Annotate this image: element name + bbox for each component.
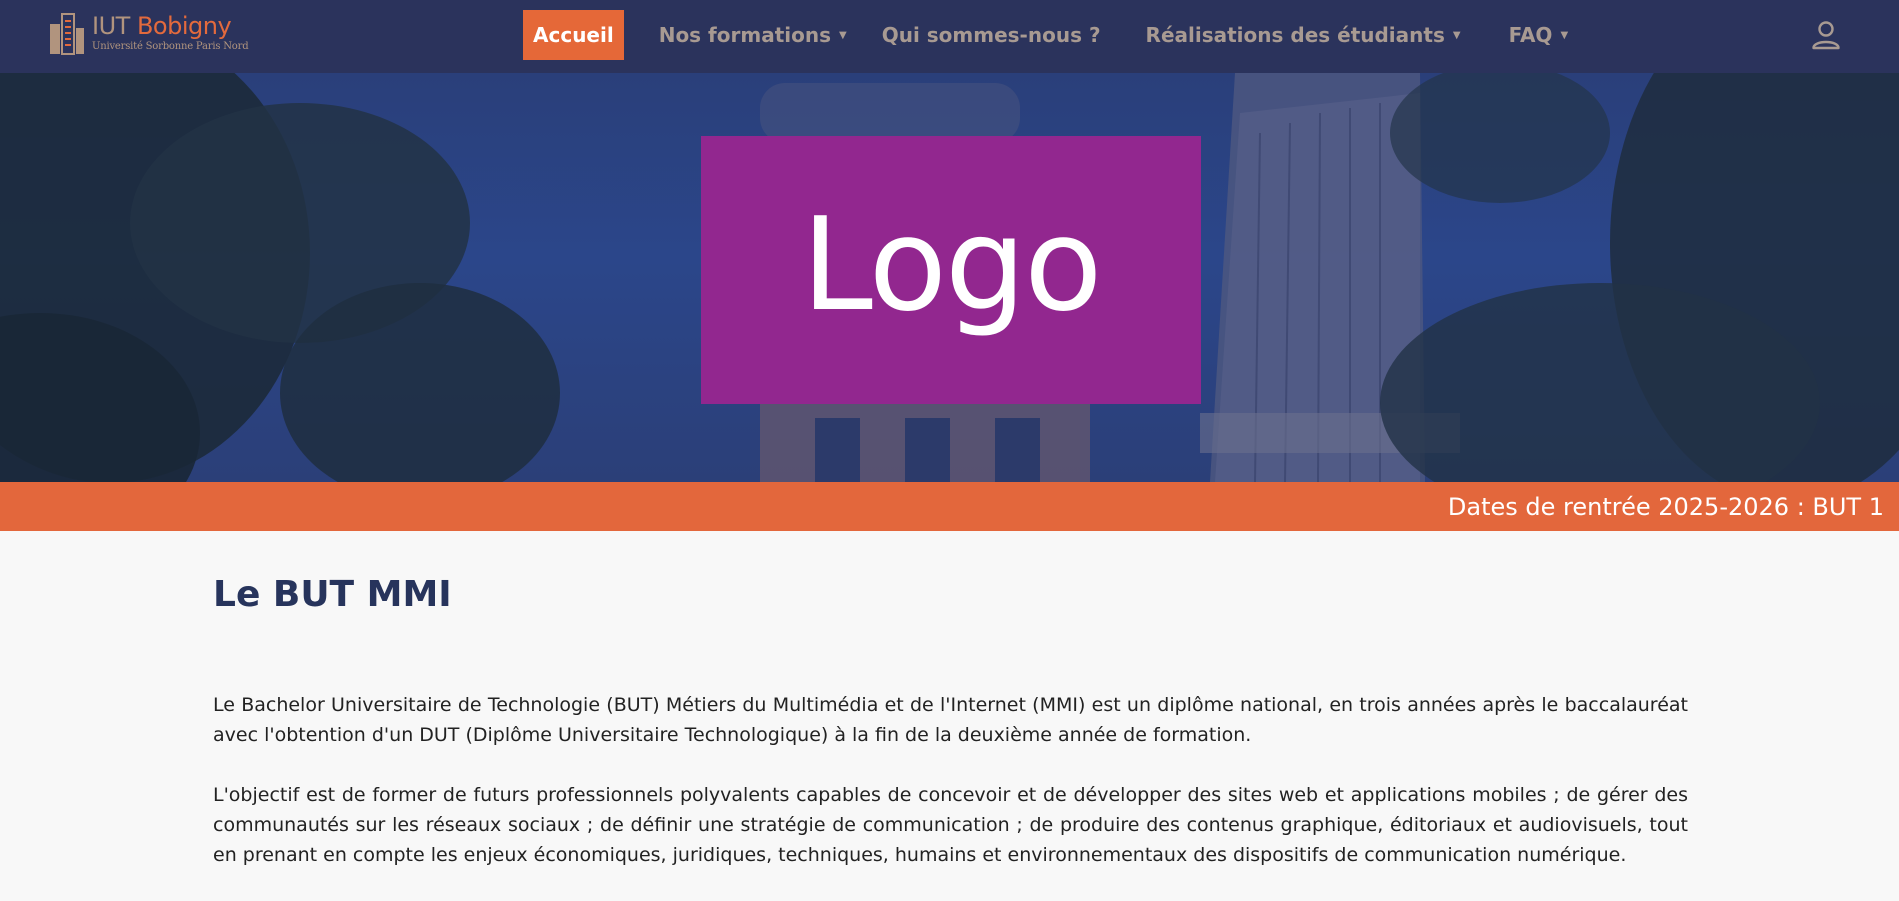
nav-item-faq[interactable]: FAQ ▼ bbox=[1509, 23, 1569, 47]
caret-down-icon: ▼ bbox=[839, 29, 847, 41]
top-navbar: IUT Bobigny Université Sorbonne Paris No… bbox=[0, 0, 1899, 73]
objective-paragraph: L'objectif est de former de futurs profe… bbox=[213, 784, 1688, 867]
nav-item-qui-sommes-nous[interactable]: Qui sommes-nous ? bbox=[882, 23, 1101, 47]
caret-down-icon: ▼ bbox=[1560, 29, 1569, 41]
nav-item-label: Accueil bbox=[533, 23, 614, 47]
brand-name-iut: IUT bbox=[92, 12, 130, 40]
brand-text: IUT Bobigny Université Sorbonne Paris No… bbox=[92, 14, 249, 52]
nav-item-accueil[interactable]: Accueil bbox=[523, 10, 624, 60]
nav-item-formations[interactable]: Nos formations ▼ bbox=[659, 23, 847, 47]
announcement-ticker[interactable]: Dates de rentrée 2025-2026 : BUT 1 bbox=[0, 482, 1899, 531]
brand-name: IUT Bobigny bbox=[92, 14, 248, 38]
caret-down-icon: ▼ bbox=[1452, 29, 1461, 41]
hero-banner: Logo bbox=[0, 73, 1899, 482]
main-content: Le BUT MMI Le Bachelor Universitaire de … bbox=[213, 531, 1688, 870]
ticker-text: Dates de rentrée 2025-2026 : BUT 1 bbox=[1447, 493, 1884, 521]
page-title: Le BUT MMI bbox=[213, 574, 452, 615]
nav-item-label: Qui sommes-nous ? bbox=[881, 23, 1101, 47]
nav-item-label: FAQ bbox=[1508, 23, 1553, 47]
main-nav: Accueil Nos formations ▼ Qui sommes-nous… bbox=[523, 10, 1568, 60]
intro-paragraph: Le Bachelor Universitaire de Technologie… bbox=[213, 694, 1688, 747]
user-icon[interactable] bbox=[1811, 20, 1841, 50]
nav-item-realisations[interactable]: Réalisations des étudiants ▼ bbox=[1146, 23, 1461, 47]
brand-subtitle: Université Sorbonne Paris Nord bbox=[92, 41, 249, 52]
logo-text: Logo bbox=[801, 190, 1103, 340]
nav-item-label: Réalisations des étudiants bbox=[1145, 23, 1445, 47]
logo-placeholder: Logo bbox=[701, 136, 1201, 404]
brand-name-bobigny: Bobigny bbox=[136, 12, 232, 40]
site-logo[interactable]: IUT Bobigny Université Sorbonne Paris No… bbox=[48, 9, 249, 57]
nav-item-label: Nos formations bbox=[658, 23, 831, 47]
building-logo-icon bbox=[50, 13, 84, 55]
